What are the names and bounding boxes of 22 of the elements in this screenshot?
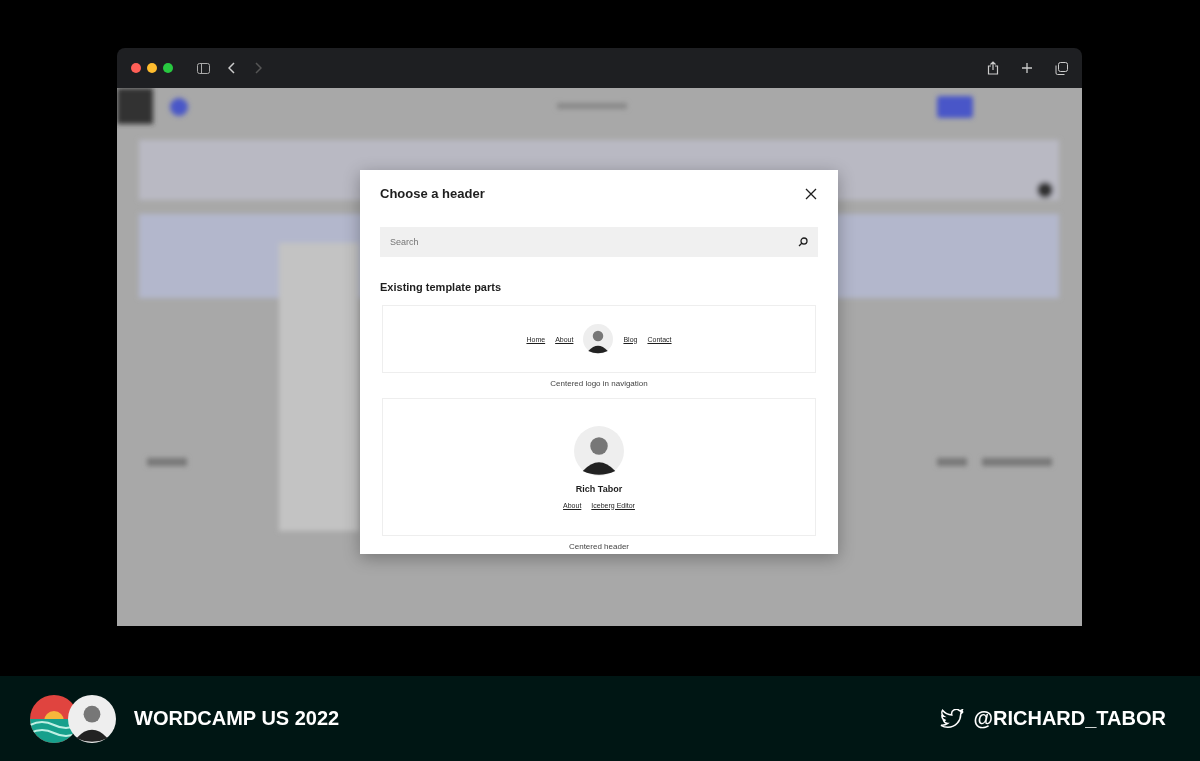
sidebar-icon[interactable] <box>197 62 210 74</box>
avatar-icon <box>68 694 116 743</box>
site-title: Rich Tabor <box>575 483 623 494</box>
dialog-title: Choose a header <box>380 186 485 201</box>
section-heading: Existing template parts <box>380 281 503 293</box>
avatar-icon <box>583 324 614 354</box>
minimize-dot[interactable] <box>147 63 157 73</box>
template-caption: Centered logo in navigation <box>549 379 649 388</box>
close-dot[interactable] <box>131 63 141 73</box>
tabs-icon[interactable] <box>1055 61 1068 75</box>
bird-icon <box>939 708 964 729</box>
search-icon <box>798 237 808 247</box>
plus-icon[interactable] <box>1021 62 1033 74</box>
template-caption: Centered header <box>567 542 630 551</box>
zoom-dot[interactable] <box>163 63 173 73</box>
event-name: WORDCAMP US 2022 <box>134 707 340 730</box>
share-icon[interactable] <box>987 61 999 75</box>
back-icon[interactable] <box>228 62 236 74</box>
twitter-handle: @RICHARD_TABOR <box>973 707 1166 730</box>
search-field[interactable]: Search <box>380 227 818 257</box>
close-button[interactable] <box>804 186 818 201</box>
avatar-icon <box>574 425 624 476</box>
